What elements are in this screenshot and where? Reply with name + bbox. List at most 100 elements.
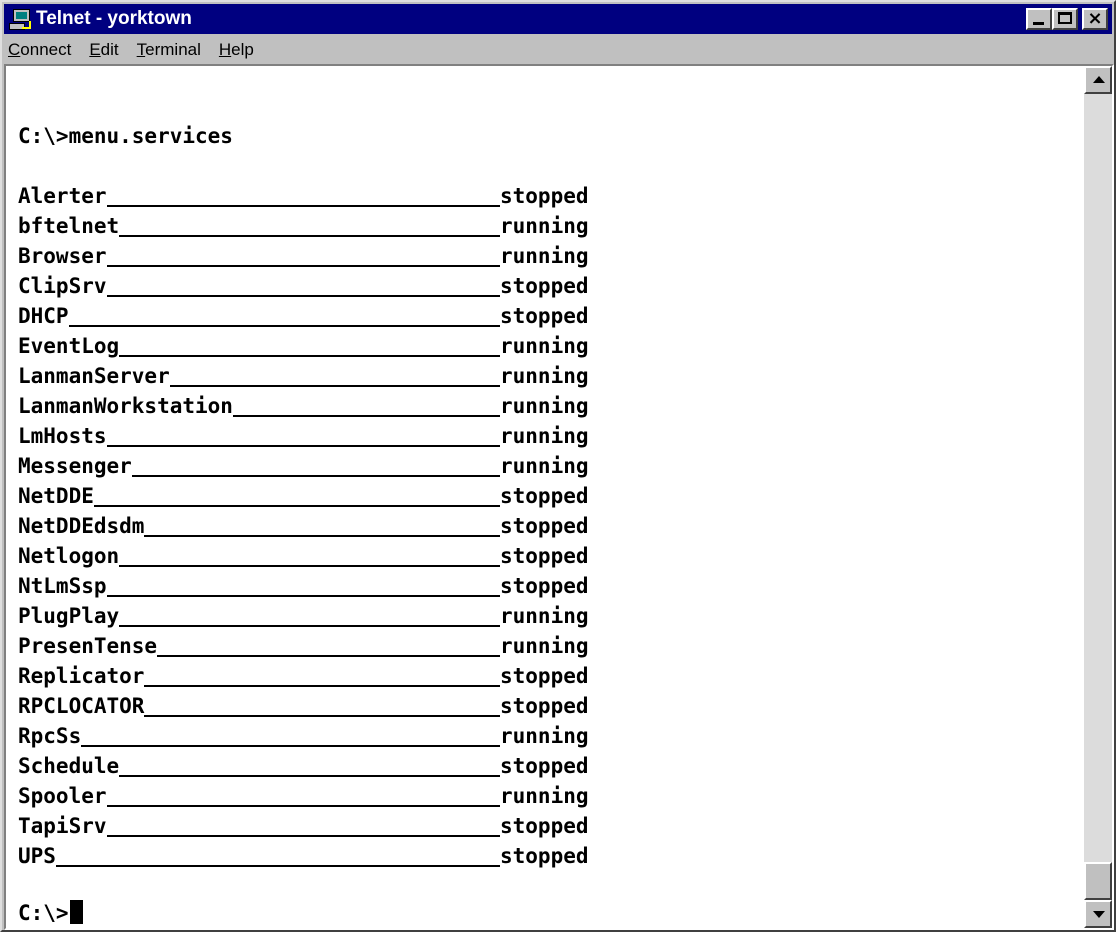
title-bar[interactable]: Telnet - yorktown × <box>4 4 1112 34</box>
service-leader-underline <box>81 745 500 747</box>
terminal-screen[interactable]: C:\>menu.services Alerter stopped bftelnet… <box>6 66 1084 928</box>
service-leader-underline <box>106 805 500 807</box>
service-leader-underline <box>119 355 500 357</box>
vertical-scrollbar[interactable] <box>1084 66 1112 928</box>
service-leader-underline <box>106 265 500 267</box>
service-row: NetDDE stopped <box>6 481 646 511</box>
service-row: NtLmSsp stopped <box>6 571 646 601</box>
service-name: ClipSrv <box>18 274 107 298</box>
service-name: Messenger <box>18 454 132 478</box>
service-row: Alerter stopped <box>6 181 646 211</box>
service-status: running <box>500 604 589 628</box>
service-row: Schedule stopped <box>6 751 646 781</box>
service-leader-underline <box>106 295 500 297</box>
service-name: Browser <box>18 244 107 268</box>
service-name: PlugPlay <box>18 604 120 628</box>
arrow-up-icon <box>1093 76 1105 83</box>
service-name: RpcSs <box>18 724 82 748</box>
service-status: stopped <box>500 574 589 598</box>
prompt: C:\> <box>18 901 69 925</box>
service-leader-underline <box>232 415 500 417</box>
service-status: stopped <box>500 844 589 868</box>
menu-connect[interactable]: Connect <box>4 40 80 60</box>
close-button[interactable]: × <box>1082 8 1108 30</box>
service-status: running <box>500 424 589 448</box>
service-row: ClipSrv stopped <box>6 271 646 301</box>
service-status: stopped <box>500 664 589 688</box>
maximize-icon <box>1058 12 1072 24</box>
service-leader-underline <box>68 325 500 327</box>
service-row: UPS stopped <box>6 841 646 871</box>
service-leader-underline <box>119 775 500 777</box>
service-name: EventLog <box>18 334 120 358</box>
maximize-button[interactable] <box>1052 8 1078 30</box>
service-leader-underline <box>119 565 500 567</box>
service-leader-underline <box>106 835 500 837</box>
service-status: running <box>500 244 589 268</box>
minimize-icon <box>1033 22 1044 25</box>
scroll-thumb[interactable] <box>1084 862 1112 900</box>
service-name: NetDDE <box>18 484 94 508</box>
service-leader-underline <box>157 655 500 657</box>
service-status: stopped <box>500 304 589 328</box>
service-name: NtLmSsp <box>18 574 107 598</box>
service-name: DHCP <box>18 304 69 328</box>
scroll-up-button[interactable] <box>1084 66 1112 94</box>
service-row: DHCP stopped <box>6 301 646 331</box>
service-status: stopped <box>500 484 589 508</box>
service-status: stopped <box>500 514 589 538</box>
text-cursor <box>69 900 83 924</box>
service-name: LmHosts <box>18 424 107 448</box>
service-status: running <box>500 214 589 238</box>
service-row: Browser running <box>6 241 646 271</box>
service-row: TapiSrv stopped <box>6 811 646 841</box>
service-row: Spooler running <box>6 781 646 811</box>
service-name: UPS <box>18 844 56 868</box>
service-name: RPCLOCATOR <box>18 694 145 718</box>
service-status: stopped <box>500 544 589 568</box>
service-status: running <box>500 394 589 418</box>
minimize-button[interactable] <box>1026 8 1052 30</box>
service-leader-underline <box>106 595 500 597</box>
service-leader-underline <box>119 625 500 627</box>
service-status: running <box>500 724 589 748</box>
service-leader-underline <box>93 505 500 507</box>
service-row: PresenTense running <box>6 631 646 661</box>
terminal-frame: C:\>menu.services Alerter stopped bftelnet… <box>4 64 1114 930</box>
service-name: Alerter <box>18 184 107 208</box>
service-status: stopped <box>500 694 589 718</box>
service-leader-underline <box>106 445 500 447</box>
scroll-down-button[interactable] <box>1084 900 1112 928</box>
service-leader-underline <box>55 865 500 867</box>
service-row: NetDDEdsdm stopped <box>6 511 646 541</box>
service-row: bftelnet running <box>6 211 646 241</box>
menu-edit[interactable]: Edit <box>80 40 127 60</box>
menu-terminal[interactable]: Terminal <box>128 40 210 60</box>
service-name: Spooler <box>18 784 107 808</box>
service-row: PlugPlay running <box>6 601 646 631</box>
service-status: stopped <box>500 274 589 298</box>
close-icon: × <box>1087 8 1103 29</box>
service-status: stopped <box>500 754 589 778</box>
prompt-line: C:\> <box>18 898 83 928</box>
menu-help[interactable]: Help <box>210 40 263 60</box>
service-leader-underline <box>119 235 500 237</box>
service-row: RPCLOCATOR stopped <box>6 691 646 721</box>
service-row: RpcSs running <box>6 721 646 751</box>
service-name: TapiSrv <box>18 814 107 838</box>
service-leader-underline <box>169 385 500 387</box>
service-name: Replicator <box>18 664 145 688</box>
window-controls: × <box>1026 8 1108 30</box>
service-leader-underline <box>106 205 500 207</box>
service-name: bftelnet <box>18 214 120 238</box>
service-status: running <box>500 784 589 808</box>
service-row: Netlogon stopped <box>6 541 646 571</box>
service-status: running <box>500 454 589 478</box>
window-title: Telnet - yorktown <box>36 8 192 29</box>
service-status: running <box>500 364 589 388</box>
service-row: Messenger running <box>6 451 646 481</box>
service-leader-underline <box>144 535 500 537</box>
service-row: LanmanServer running <box>6 361 646 391</box>
service-status: running <box>500 634 589 658</box>
telnet-computer-icon[interactable] <box>8 8 31 30</box>
